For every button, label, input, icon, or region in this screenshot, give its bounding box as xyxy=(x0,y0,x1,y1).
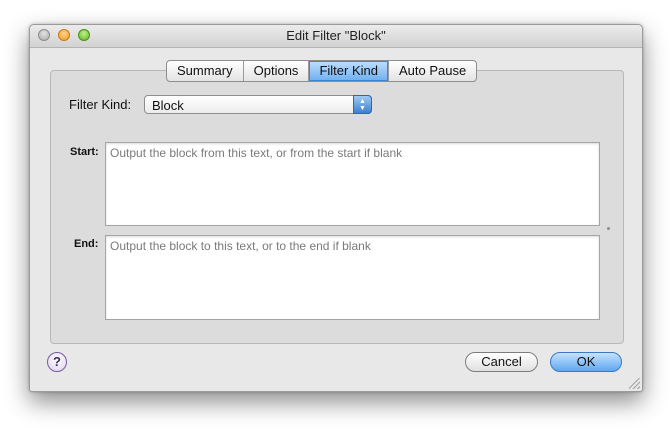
tab-options[interactable]: Options xyxy=(244,61,310,81)
filter-kind-label: Filter Kind: xyxy=(69,97,132,112)
tab-summary[interactable]: Summary xyxy=(167,61,244,81)
title-bar[interactable]: Edit Filter "Block" xyxy=(30,25,642,48)
tab-filter-kind[interactable]: Filter Kind xyxy=(309,61,389,81)
split-handle[interactable] xyxy=(607,227,610,230)
end-placeholder: Output the block to this text, or to the… xyxy=(110,239,371,253)
up-down-arrows-icon: ▲ ▼ xyxy=(353,95,372,114)
edit-filter-dialog: Edit Filter "Block" Summary Options Filt… xyxy=(29,24,643,392)
filter-kind-select[interactable]: Block ▲ ▼ xyxy=(144,95,372,114)
tab-bar: Summary Options Filter Kind Auto Pause xyxy=(166,60,478,82)
cancel-button[interactable]: Cancel xyxy=(465,352,538,372)
start-text-field[interactable]: Output the block from this text, or from… xyxy=(105,142,600,226)
end-label: End: xyxy=(74,238,99,250)
tab-auto-pause[interactable]: Auto Pause xyxy=(389,61,476,81)
start-placeholder: Output the block from this text, or from… xyxy=(110,146,403,160)
resize-grip-icon[interactable] xyxy=(629,378,640,389)
start-label: Start: xyxy=(70,146,99,158)
ok-button[interactable]: OK xyxy=(550,352,622,372)
end-text-field[interactable]: Output the block to this text, or to the… xyxy=(105,235,600,320)
window-title: Edit Filter "Block" xyxy=(286,28,386,43)
filter-kind-value: Block xyxy=(152,98,184,113)
help-icon[interactable]: ? xyxy=(47,352,67,372)
